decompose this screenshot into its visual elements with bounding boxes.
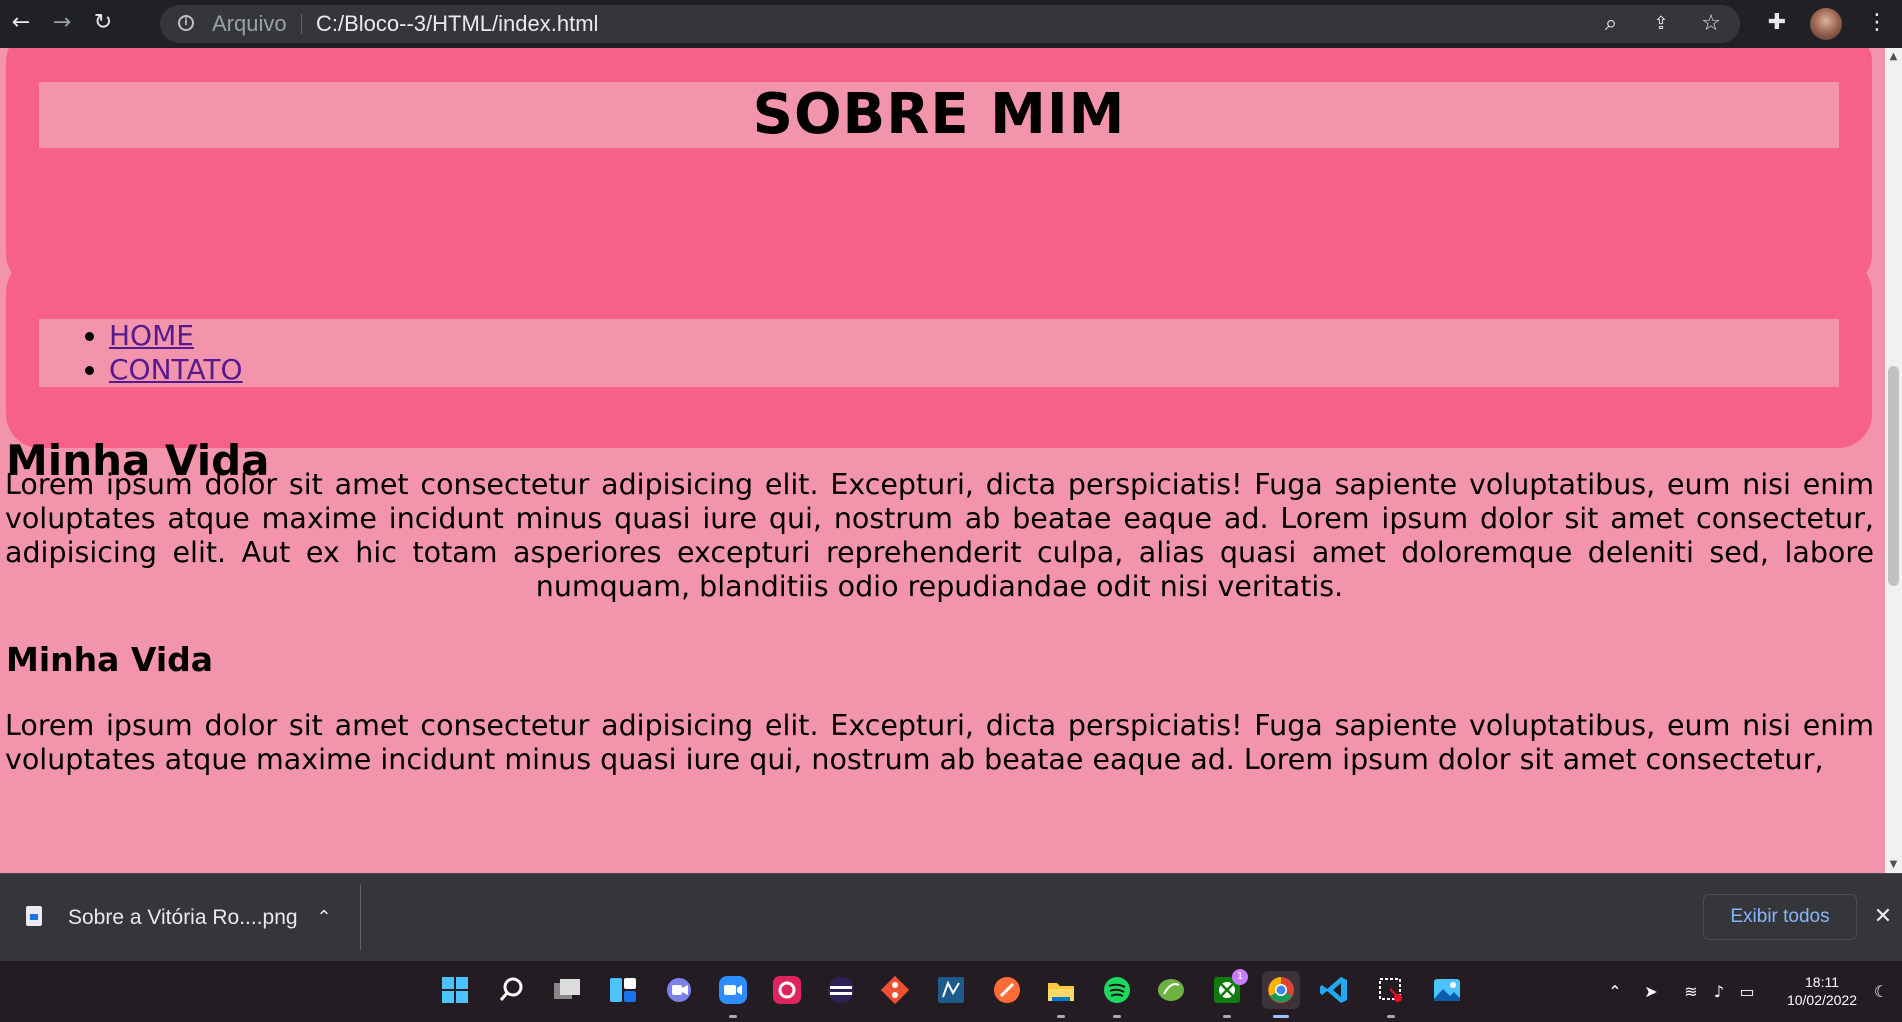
download-divider bbox=[360, 884, 361, 950]
running-indicator bbox=[1113, 1015, 1121, 1018]
page-viewport: SOBRE MIM HOME CONTATO Minha Vida Lorem … bbox=[0, 48, 1885, 873]
chrome-icon[interactable] bbox=[1262, 971, 1300, 1018]
nav-container: HOME CONTATO bbox=[6, 258, 1872, 448]
running-indicator bbox=[1273, 1015, 1289, 1018]
downloads-bar: Sobre a Vitória Ro....png ⌃ Exibir todos… bbox=[0, 873, 1902, 961]
url-text[interactable]: C:/Bloco--3/HTML/index.html bbox=[316, 5, 598, 43]
nav-item: CONTATO bbox=[109, 353, 1839, 387]
header-inner: SOBRE MIM bbox=[39, 82, 1839, 148]
running-indicator bbox=[1387, 1015, 1395, 1018]
photos-icon[interactable] bbox=[1428, 971, 1466, 1009]
section-paragraph-1: Lorem ipsum dolor sit amet consectetur a… bbox=[5, 468, 1874, 603]
notifications-icon[interactable]: ☾ bbox=[1870, 981, 1892, 1003]
chevron-up-icon[interactable]: ⌃ bbox=[312, 903, 336, 933]
info-icon[interactable]: i bbox=[178, 15, 194, 31]
nav-inner: HOME CONTATO bbox=[39, 319, 1839, 387]
clock-time: 18:11 bbox=[1805, 974, 1839, 990]
file-icon bbox=[26, 906, 42, 926]
star-icon[interactable]: ☆ bbox=[1696, 9, 1726, 39]
mysql-workbench-icon[interactable] bbox=[932, 971, 970, 1009]
chat-icon[interactable] bbox=[660, 971, 698, 1009]
clock-date: 10/02/2022 bbox=[1786, 992, 1858, 1008]
system-clock[interactable]: 18:11 10/02/2022 bbox=[1772, 973, 1872, 1009]
zoom-icon[interactable] bbox=[714, 971, 752, 1018]
spotify-icon[interactable] bbox=[1098, 971, 1136, 1018]
nav-list: HOME CONTATO bbox=[39, 319, 1839, 387]
page-scrollbar[interactable]: ▲ ▼ bbox=[1885, 48, 1902, 873]
location-icon[interactable]: ➤ bbox=[1640, 981, 1662, 1003]
git-icon[interactable] bbox=[876, 971, 914, 1009]
running-indicator bbox=[1057, 1015, 1065, 1018]
start-icon[interactable] bbox=[436, 971, 474, 1009]
postman-icon[interactable] bbox=[988, 971, 1026, 1009]
wifi-icon[interactable]: ≋ bbox=[1680, 981, 1702, 1003]
forward-icon[interactable]: → bbox=[47, 8, 77, 38]
volume-icon[interactable]: ♪ bbox=[1708, 981, 1730, 1003]
nav-link-contato[interactable]: CONTATO bbox=[109, 353, 243, 386]
profile-avatar[interactable] bbox=[1810, 8, 1842, 40]
battery-icon[interactable]: ▭ bbox=[1736, 981, 1758, 1003]
reload-icon[interactable]: ↻ bbox=[88, 8, 118, 38]
section-paragraph-2: Lorem ipsum dolor sit amet consectetur a… bbox=[5, 709, 1874, 776]
running-indicator bbox=[1223, 1015, 1231, 1018]
xbox-icon[interactable]: 1 bbox=[1208, 969, 1248, 1018]
section-heading-2: Minha Vida bbox=[6, 640, 214, 679]
address-bar[interactable]: i Arquivo C:/Bloco--3/HTML/index.html ⌕ … bbox=[160, 5, 1740, 43]
address-divider bbox=[301, 14, 302, 34]
task-view-icon[interactable] bbox=[548, 971, 586, 1009]
spring-tools-icon[interactable] bbox=[1152, 971, 1190, 1009]
scheme-label: Arquivo bbox=[212, 11, 287, 36]
vscode-icon[interactable] bbox=[1316, 971, 1354, 1009]
file-explorer-icon[interactable] bbox=[1042, 971, 1080, 1018]
nav-link-home[interactable]: HOME bbox=[109, 319, 194, 352]
widgets-icon[interactable] bbox=[604, 971, 642, 1009]
nav-item: HOME bbox=[109, 319, 1839, 353]
creative-cloud-icon[interactable] bbox=[768, 971, 806, 1009]
close-icon[interactable]: ✕ bbox=[1868, 902, 1898, 932]
zoom-icon[interactable]: ⌕ bbox=[1596, 9, 1626, 39]
running-indicator bbox=[729, 1015, 737, 1018]
scroll-up-icon[interactable]: ▲ bbox=[1885, 48, 1902, 65]
extensions-icon[interactable]: ✚ bbox=[1762, 8, 1792, 38]
scroll-down-icon[interactable]: ▼ bbox=[1885, 856, 1902, 873]
share-icon[interactable]: ⇪ bbox=[1646, 9, 1676, 39]
header: SOBRE MIM bbox=[6, 48, 1872, 288]
eclipse-icon[interactable] bbox=[822, 971, 860, 1009]
browser-toolbar: ← → ↻ i Arquivo C:/Bloco--3/HTML/index.h… bbox=[0, 0, 1902, 48]
show-all-button[interactable]: Exibir todos bbox=[1703, 894, 1857, 940]
back-icon[interactable]: ← bbox=[6, 8, 36, 38]
download-item-name[interactable]: Sobre a Vitória Ro....png bbox=[68, 874, 298, 962]
xbox-notification-badge: 1 bbox=[1232, 969, 1248, 985]
menu-icon[interactable]: ⋮ bbox=[1862, 8, 1892, 38]
search-icon[interactable] bbox=[492, 971, 530, 1009]
scroll-thumb[interactable] bbox=[1888, 366, 1899, 586]
page-title: SOBRE MIM bbox=[752, 82, 1126, 147]
chevron-up-icon[interactable]: ⌃ bbox=[1604, 981, 1626, 1003]
snipping-tool-icon[interactable] bbox=[1372, 971, 1410, 1018]
taskbar: 1 ⌃ ➤ ≋ ♪ ▭ 18:11 10/02/2022 ☾ bbox=[0, 961, 1902, 1022]
